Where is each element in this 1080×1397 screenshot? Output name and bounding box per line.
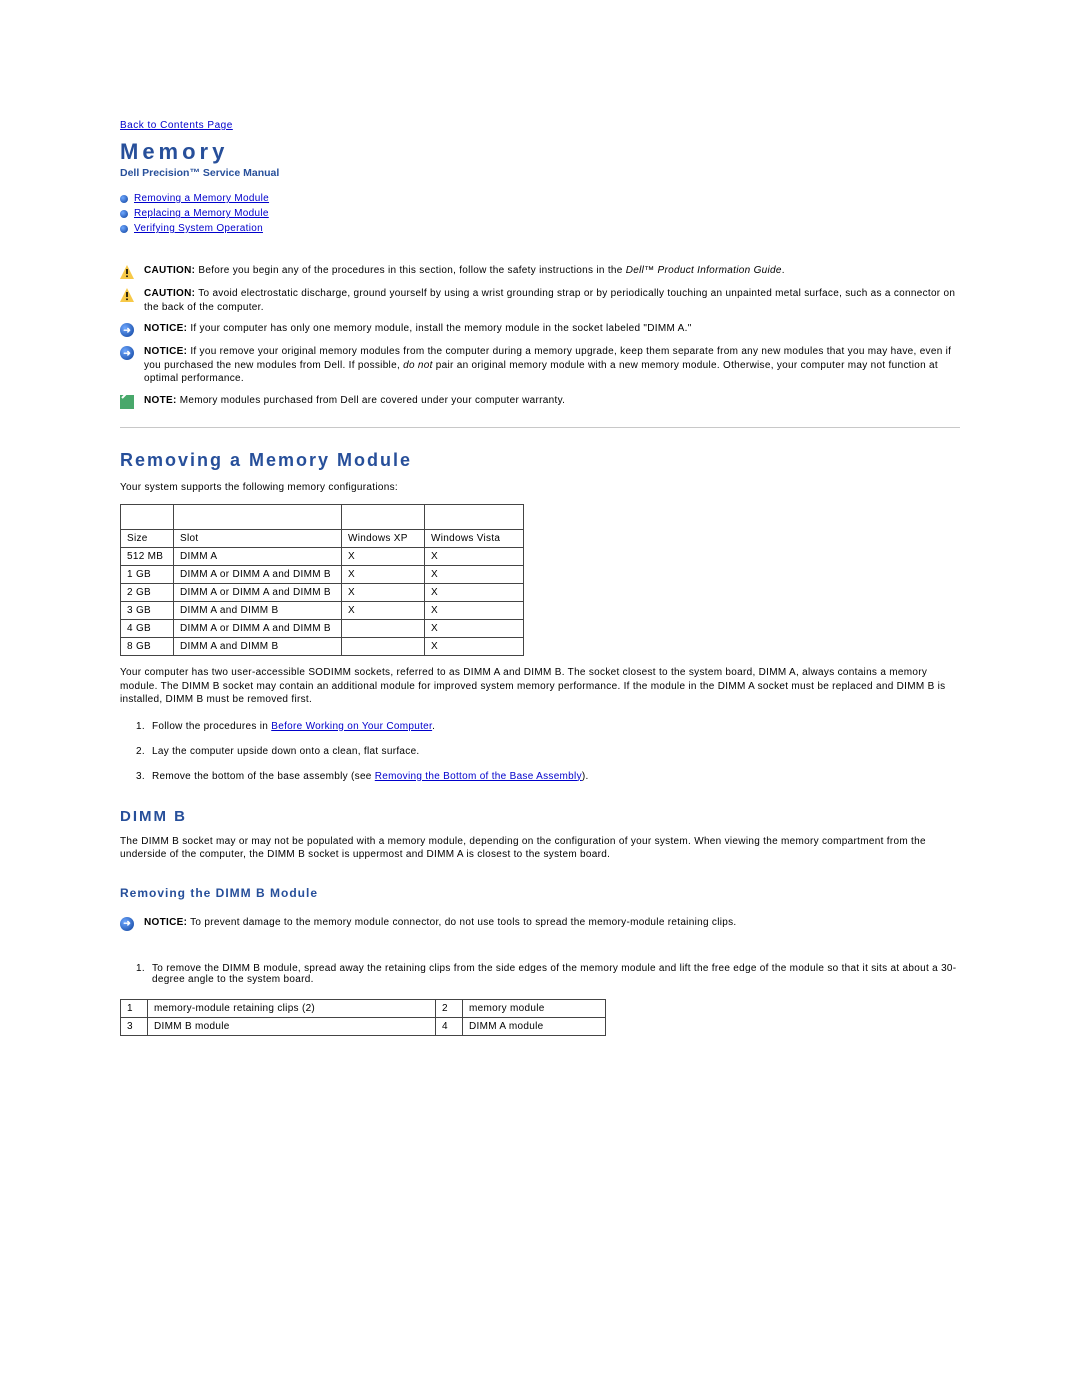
- table-row: 2 GB DIMM A or DIMM A and DIMM B X X: [121, 584, 524, 602]
- page-container: Back to Contents Page Memory Dell Precis…: [0, 0, 1080, 1096]
- steps-list: Follow the procedures in Before Working …: [120, 721, 960, 782]
- notice-text: NOTICE: If you remove your original memo…: [144, 345, 960, 386]
- table-header-row: Size Slot Windows XP Windows Vista: [121, 530, 524, 548]
- dimm-b-heading: DIMM B: [120, 808, 960, 825]
- note-text: NOTE: Memory modules purchased from Dell…: [144, 394, 565, 408]
- caution-text: CAUTION: To avoid electrostatic discharg…: [144, 287, 960, 314]
- caution-icon: [120, 288, 134, 302]
- page-title: Memory: [120, 139, 960, 165]
- link-removing-base[interactable]: Removing the Bottom of the Base Assembly: [375, 771, 582, 782]
- notice-row: ➜ NOTICE: To prevent damage to the memor…: [120, 912, 960, 935]
- notice-icon: ➜: [120, 917, 134, 931]
- notice-icon: ➜: [120, 346, 134, 360]
- note-row: NOTE: Memory modules purchased from Dell…: [120, 390, 960, 413]
- dimm-b-steps: To remove the DIMM B module, spread away…: [120, 963, 960, 985]
- notice-row: ➜ NOTICE: If you remove your original me…: [120, 341, 960, 390]
- toc-link-verifying[interactable]: Verifying System Operation: [134, 223, 263, 234]
- col-xp: Windows XP: [342, 530, 425, 548]
- link-before-working[interactable]: Before Working on Your Computer: [271, 721, 432, 732]
- col-size: Size: [121, 530, 174, 548]
- toc-item: Removing a Memory Module: [120, 193, 960, 204]
- caution-row: CAUTION: Before you begin any of the pro…: [120, 260, 960, 283]
- step-item: Remove the bottom of the base assembly (…: [148, 771, 960, 782]
- dimm-b-paragraph: The DIMM B socket may or may not be popu…: [120, 835, 960, 862]
- removing-dimm-b-heading: Removing the DIMM B Module: [120, 886, 960, 900]
- table-row: 1 GB DIMM A or DIMM A and DIMM B X X: [121, 566, 524, 584]
- bullet-icon: [120, 210, 128, 218]
- table-row: 3 GB DIMM A and DIMM B X X: [121, 602, 524, 620]
- page-subtitle: Dell Precision™ Service Manual: [120, 167, 960, 179]
- notice-text: NOTICE: To prevent damage to the memory …: [144, 916, 736, 930]
- step-item: Lay the computer upside down onto a clea…: [148, 746, 960, 757]
- divider-rule: [120, 427, 960, 428]
- table-row: 512 MB DIMM A X X: [121, 548, 524, 566]
- toc-item: Verifying System Operation: [120, 223, 960, 234]
- step-item: Follow the procedures in Before Working …: [148, 721, 960, 732]
- back-to-contents-link[interactable]: Back to Contents Page: [120, 120, 233, 131]
- caution-icon: [120, 265, 134, 279]
- table-row: 1 memory-module retaining clips (2) 2 me…: [121, 999, 606, 1017]
- sodimm-paragraph: Your computer has two user-accessible SO…: [120, 666, 960, 707]
- caution-text: CAUTION: Before you begin any of the pro…: [144, 264, 785, 278]
- col-vista: Windows Vista: [425, 530, 524, 548]
- notice-icon: ➜: [120, 323, 134, 337]
- note-icon: [120, 395, 134, 409]
- caution-row: CAUTION: To avoid electrostatic discharg…: [120, 283, 960, 318]
- bullet-icon: [120, 195, 128, 203]
- intro-paragraph: Your system supports the following memor…: [120, 481, 960, 495]
- toc-link-replacing[interactable]: Replacing a Memory Module: [134, 208, 269, 219]
- toc-list: Removing a Memory Module Replacing a Mem…: [120, 193, 960, 234]
- table-row: 4 GB DIMM A or DIMM A and DIMM B X: [121, 620, 524, 638]
- col-slot: Slot: [174, 530, 342, 548]
- toc-item: Replacing a Memory Module: [120, 208, 960, 219]
- section-heading-removing: Removing a Memory Module: [120, 450, 960, 471]
- parts-table: 1 memory-module retaining clips (2) 2 me…: [120, 999, 606, 1036]
- back-link-row: Back to Contents Page: [120, 120, 960, 131]
- toc-link-removing[interactable]: Removing a Memory Module: [134, 193, 269, 204]
- table-row: 3 DIMM B module 4 DIMM A module: [121, 1017, 606, 1035]
- memory-config-table: Size Slot Windows XP Windows Vista 512 M…: [120, 504, 524, 656]
- notice-text: NOTICE: If your computer has only one me…: [144, 322, 692, 336]
- notice-row: ➜ NOTICE: If your computer has only one …: [120, 318, 960, 341]
- step-item: To remove the DIMM B module, spread away…: [148, 963, 960, 985]
- bullet-icon: [120, 225, 128, 233]
- table-row: 8 GB DIMM A and DIMM B X: [121, 638, 524, 656]
